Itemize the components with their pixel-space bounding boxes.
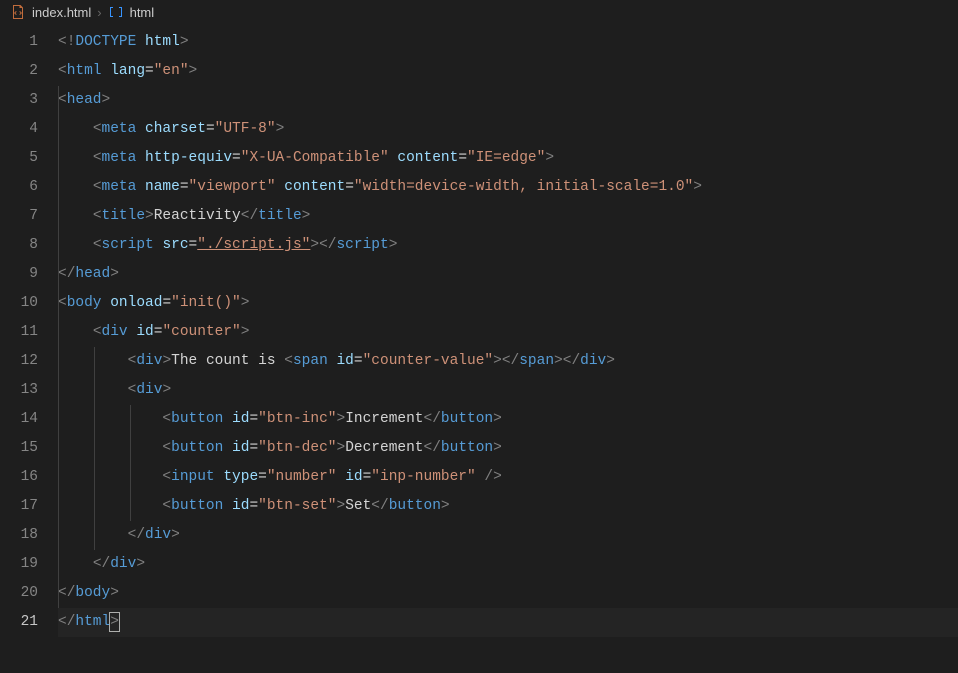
code-line[interactable]: </html>	[58, 608, 958, 637]
code-line[interactable]: <meta name="viewport" content="width=dev…	[58, 173, 958, 202]
symbol-brackets-icon	[108, 4, 124, 20]
code-line[interactable]: <body onload="init()">	[58, 289, 958, 318]
file-code-icon	[10, 4, 26, 20]
code-line[interactable]: </body>	[58, 579, 958, 608]
code-line[interactable]: <div>	[58, 376, 958, 405]
line-number: 4	[0, 115, 38, 144]
line-number: 21	[0, 608, 38, 637]
line-number: 8	[0, 231, 38, 260]
line-number: 20	[0, 579, 38, 608]
code-line[interactable]: </div>	[58, 550, 958, 579]
code-line[interactable]: <div id="counter">	[58, 318, 958, 347]
line-number: 16	[0, 463, 38, 492]
breadcrumb-symbol[interactable]: html	[130, 5, 155, 20]
breadcrumb: index.html › html	[0, 0, 958, 24]
code-line[interactable]: <button id="btn-dec">Decrement</button>	[58, 434, 958, 463]
line-number-gutter: 1 2 3 4 5 6 7 8 9 10 11 12 13 14 15 16 1…	[0, 28, 58, 637]
code-line[interactable]: <html lang="en">	[58, 57, 958, 86]
line-number: 14	[0, 405, 38, 434]
code-line[interactable]: <meta charset="UTF-8">	[58, 115, 958, 144]
line-number: 2	[0, 57, 38, 86]
code-line[interactable]: <div>The count is <span id="counter-valu…	[58, 347, 958, 376]
code-line[interactable]: <title>Reactivity</title>	[58, 202, 958, 231]
line-number: 6	[0, 173, 38, 202]
code-line[interactable]: <!DOCTYPE html>	[58, 28, 958, 57]
line-number: 9	[0, 260, 38, 289]
line-number: 7	[0, 202, 38, 231]
code-line[interactable]: <button id="btn-inc">Increment</button>	[58, 405, 958, 434]
code-line[interactable]: <script src="./script.js"></script>	[58, 231, 958, 260]
line-number: 10	[0, 289, 38, 318]
code-line[interactable]: </head>	[58, 260, 958, 289]
text-cursor: >	[109, 612, 120, 632]
line-number: 12	[0, 347, 38, 376]
code-editor[interactable]: 1 2 3 4 5 6 7 8 9 10 11 12 13 14 15 16 1…	[0, 24, 958, 637]
code-line[interactable]: <head>	[58, 86, 958, 115]
line-number: 11	[0, 318, 38, 347]
code-line[interactable]: </div>	[58, 521, 958, 550]
line-number: 17	[0, 492, 38, 521]
code-line[interactable]: <meta http-equiv="X-UA-Compatible" conte…	[58, 144, 958, 173]
code-line[interactable]: <button id="btn-set">Set</button>	[58, 492, 958, 521]
line-number: 3	[0, 86, 38, 115]
code-area[interactable]: <!DOCTYPE html> <html lang="en"> <head> …	[58, 28, 958, 637]
line-number: 13	[0, 376, 38, 405]
code-line[interactable]: <input type="number" id="inp-number" />	[58, 463, 958, 492]
breadcrumb-file[interactable]: index.html	[32, 5, 91, 20]
line-number: 19	[0, 550, 38, 579]
line-number: 15	[0, 434, 38, 463]
line-number: 1	[0, 28, 38, 57]
breadcrumb-separator: ›	[97, 5, 101, 20]
line-number: 5	[0, 144, 38, 173]
line-number: 18	[0, 521, 38, 550]
